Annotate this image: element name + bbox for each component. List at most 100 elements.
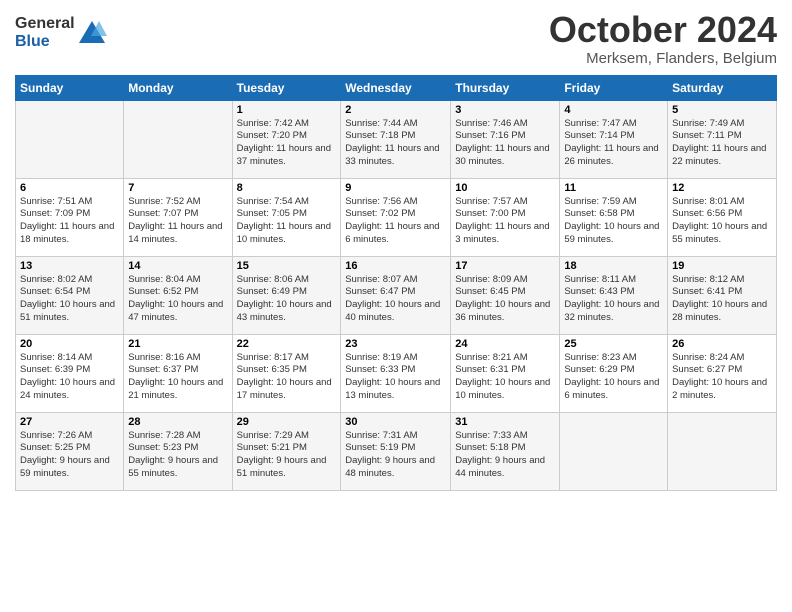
day-number: 7 xyxy=(128,182,227,194)
subtitle: Merksem, Flanders, Belgium xyxy=(549,50,777,67)
calendar-cell: 26Sunrise: 8:24 AMSunset: 6:27 PMDayligh… xyxy=(668,334,777,412)
day-header-wednesday: Wednesday xyxy=(341,75,451,100)
header: General Blue October 2024 Merksem, Fland… xyxy=(15,10,777,67)
day-info: Sunrise: 8:01 AMSunset: 6:56 PMDaylight:… xyxy=(672,196,772,247)
title-section: October 2024 Merksem, Flanders, Belgium xyxy=(549,10,777,67)
day-info: Sunrise: 7:51 AMSunset: 7:09 PMDaylight:… xyxy=(20,196,119,247)
day-number: 11 xyxy=(564,182,663,194)
day-info: Sunrise: 7:26 AMSunset: 5:25 PMDaylight:… xyxy=(20,430,119,481)
day-number: 24 xyxy=(455,338,555,350)
day-number: 5 xyxy=(672,104,772,116)
day-info: Sunrise: 8:06 AMSunset: 6:49 PMDaylight:… xyxy=(237,274,337,325)
calendar-cell: 20 Sunrise: 8:14 AMSunset: 6:39 PMDayligh… xyxy=(16,334,124,412)
calendar-cell: 23 Sunrise: 8:19 AMSunset: 6:33 PMDayligh… xyxy=(341,334,451,412)
day-number: 29 xyxy=(237,416,337,428)
calendar-cell: 11 Sunrise: 7:59 AMSunset: 6:58 PMDayligh… xyxy=(560,178,668,256)
calendar-cell: 24Sunrise: 8:21 AMSunset: 6:31 PMDayligh… xyxy=(451,334,560,412)
day-number: 10 xyxy=(455,182,555,194)
day-number: 20 xyxy=(20,338,119,350)
week-row-1: 1Sunrise: 7:42 AMSunset: 7:20 PMDaylight… xyxy=(16,100,777,178)
day-header-tuesday: Tuesday xyxy=(232,75,341,100)
day-number: 8 xyxy=(237,182,337,194)
month-title: October 2024 xyxy=(549,10,777,50)
calendar-cell: 3Sunrise: 7:46 AMSunset: 7:16 PMDaylight… xyxy=(451,100,560,178)
day-header-thursday: Thursday xyxy=(451,75,560,100)
day-number: 13 xyxy=(20,260,119,272)
day-info: Sunrise: 8:23 AMSunset: 6:29 PMDaylight:… xyxy=(564,352,663,403)
day-number: 26 xyxy=(672,338,772,350)
logo-general: General xyxy=(15,15,75,33)
day-number: 25 xyxy=(564,338,663,350)
calendar-cell: 7Sunrise: 7:52 AMSunset: 7:07 PMDaylight… xyxy=(124,178,232,256)
day-header-sunday: Sunday xyxy=(16,75,124,100)
calendar-cell: 15 Sunrise: 8:06 AMSunset: 6:49 PMDayligh… xyxy=(232,256,341,334)
logo: General Blue xyxy=(15,15,107,50)
day-info: Sunrise: 8:12 AMSunset: 6:41 PMDaylight:… xyxy=(672,274,772,325)
day-info: Sunrise: 7:47 AMSunset: 7:14 PMDaylight:… xyxy=(564,118,663,169)
calendar-cell xyxy=(668,412,777,490)
calendar-cell xyxy=(16,100,124,178)
calendar-cell xyxy=(124,100,232,178)
calendar-cell: 10 Sunrise: 7:57 AMSunset: 7:00 PMDayligh… xyxy=(451,178,560,256)
week-row-4: 20 Sunrise: 8:14 AMSunset: 6:39 PMDayligh… xyxy=(16,334,777,412)
day-info: Sunrise: 7:44 AMSunset: 7:18 PMDaylight:… xyxy=(345,118,446,169)
day-info: Sunrise: 7:59 AMSunset: 6:58 PMDaylight:… xyxy=(564,196,663,247)
calendar-cell: 19 Sunrise: 8:12 AMSunset: 6:41 PMDayligh… xyxy=(668,256,777,334)
calendar-cell xyxy=(560,412,668,490)
day-number: 15 xyxy=(237,260,337,272)
day-number: 6 xyxy=(20,182,119,194)
calendar-cell: 17 Sunrise: 8:09 AMSunset: 6:45 PMDayligh… xyxy=(451,256,560,334)
header-row: SundayMondayTuesdayWednesdayThursdayFrid… xyxy=(16,75,777,100)
day-number: 4 xyxy=(564,104,663,116)
day-info: Sunrise: 7:54 AMSunset: 7:05 PMDaylight:… xyxy=(237,196,337,247)
day-number: 2 xyxy=(345,104,446,116)
calendar-cell: 25 Sunrise: 8:23 AMSunset: 6:29 PMDayligh… xyxy=(560,334,668,412)
day-number: 30 xyxy=(345,416,446,428)
day-number: 17 xyxy=(455,260,555,272)
calendar-cell: 16 Sunrise: 8:07 AMSunset: 6:47 PMDayligh… xyxy=(341,256,451,334)
day-info: Sunrise: 7:56 AMSunset: 7:02 PMDaylight:… xyxy=(345,196,446,247)
day-info: Sunrise: 7:33 AMSunset: 5:18 PMDaylight:… xyxy=(455,430,555,481)
day-header-monday: Monday xyxy=(124,75,232,100)
day-number: 16 xyxy=(345,260,446,272)
day-number: 3 xyxy=(455,104,555,116)
calendar-cell: 6 Sunrise: 7:51 AMSunset: 7:09 PMDaylight… xyxy=(16,178,124,256)
calendar-table: SundayMondayTuesdayWednesdayThursdayFrid… xyxy=(15,75,777,491)
day-number: 27 xyxy=(20,416,119,428)
calendar-cell: 29Sunrise: 7:29 AMSunset: 5:21 PMDayligh… xyxy=(232,412,341,490)
day-number: 21 xyxy=(128,338,227,350)
logo-blue: Blue xyxy=(15,33,75,51)
day-info: Sunrise: 8:11 AMSunset: 6:43 PMDaylight:… xyxy=(564,274,663,325)
page-container: General Blue October 2024 Merksem, Fland… xyxy=(0,0,792,496)
day-info: Sunrise: 8:19 AMSunset: 6:33 PMDaylight:… xyxy=(345,352,446,403)
day-number: 1 xyxy=(237,104,337,116)
day-info: Sunrise: 8:09 AMSunset: 6:45 PMDaylight:… xyxy=(455,274,555,325)
calendar-cell: 12 Sunrise: 8:01 AMSunset: 6:56 PMDayligh… xyxy=(668,178,777,256)
day-number: 19 xyxy=(672,260,772,272)
day-info: Sunrise: 7:31 AMSunset: 5:19 PMDaylight:… xyxy=(345,430,446,481)
day-header-friday: Friday xyxy=(560,75,668,100)
day-info: Sunrise: 8:07 AMSunset: 6:47 PMDaylight:… xyxy=(345,274,446,325)
day-number: 23 xyxy=(345,338,446,350)
day-number: 22 xyxy=(237,338,337,350)
week-row-5: 27 Sunrise: 7:26 AMSunset: 5:25 PMDayligh… xyxy=(16,412,777,490)
calendar-cell: 2 Sunrise: 7:44 AMSunset: 7:18 PMDaylight… xyxy=(341,100,451,178)
calendar-cell: 8 Sunrise: 7:54 AMSunset: 7:05 PMDaylight… xyxy=(232,178,341,256)
day-number: 31 xyxy=(455,416,555,428)
day-number: 18 xyxy=(564,260,663,272)
calendar-cell: 27 Sunrise: 7:26 AMSunset: 5:25 PMDayligh… xyxy=(16,412,124,490)
calendar-cell: 31 Sunrise: 7:33 AMSunset: 5:18 PMDayligh… xyxy=(451,412,560,490)
calendar-cell: 13 Sunrise: 8:02 AMSunset: 6:54 PMDayligh… xyxy=(16,256,124,334)
day-info: Sunrise: 8:02 AMSunset: 6:54 PMDaylight:… xyxy=(20,274,119,325)
day-info: Sunrise: 7:57 AMSunset: 7:00 PMDaylight:… xyxy=(455,196,555,247)
calendar-cell: 30 Sunrise: 7:31 AMSunset: 5:19 PMDayligh… xyxy=(341,412,451,490)
calendar-cell: 1Sunrise: 7:42 AMSunset: 7:20 PMDaylight… xyxy=(232,100,341,178)
calendar-cell: 4 Sunrise: 7:47 AMSunset: 7:14 PMDaylight… xyxy=(560,100,668,178)
logo-icon xyxy=(77,18,107,48)
day-info: Sunrise: 8:17 AMSunset: 6:35 PMDaylight:… xyxy=(237,352,337,403)
calendar-cell: 5Sunrise: 7:49 AMSunset: 7:11 PMDaylight… xyxy=(668,100,777,178)
day-info: Sunrise: 8:14 AMSunset: 6:39 PMDaylight:… xyxy=(20,352,119,403)
logo-text: General Blue xyxy=(15,15,75,50)
calendar-cell: 14Sunrise: 8:04 AMSunset: 6:52 PMDayligh… xyxy=(124,256,232,334)
day-number: 12 xyxy=(672,182,772,194)
